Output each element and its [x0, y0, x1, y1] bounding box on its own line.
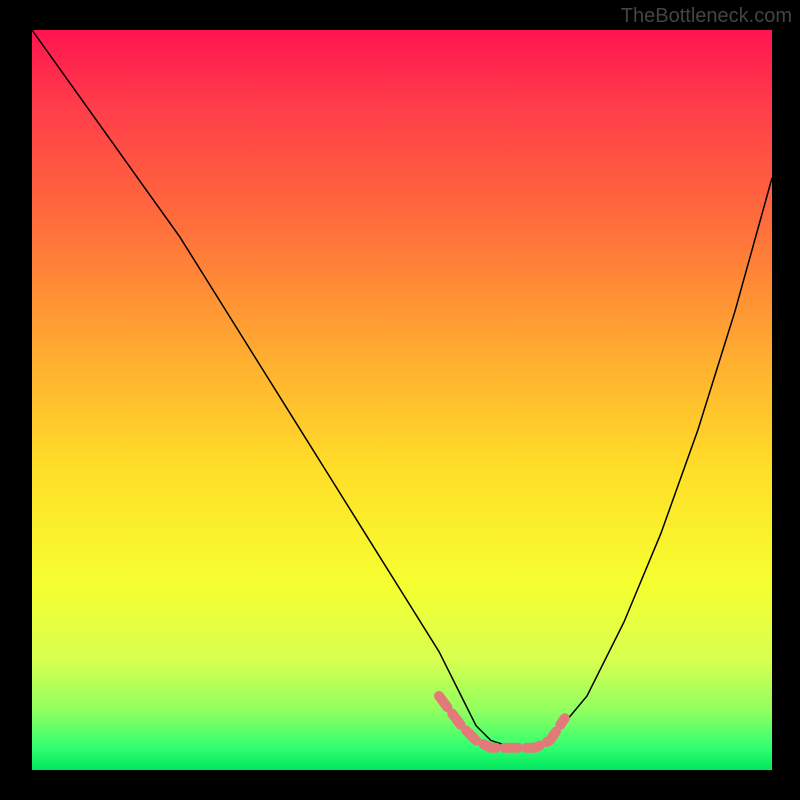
- bottleneck-curve: [32, 30, 772, 748]
- chart-svg: [32, 30, 772, 770]
- optimal-zone-marker: [439, 696, 565, 748]
- watermark-text: TheBottleneck.com: [621, 5, 792, 28]
